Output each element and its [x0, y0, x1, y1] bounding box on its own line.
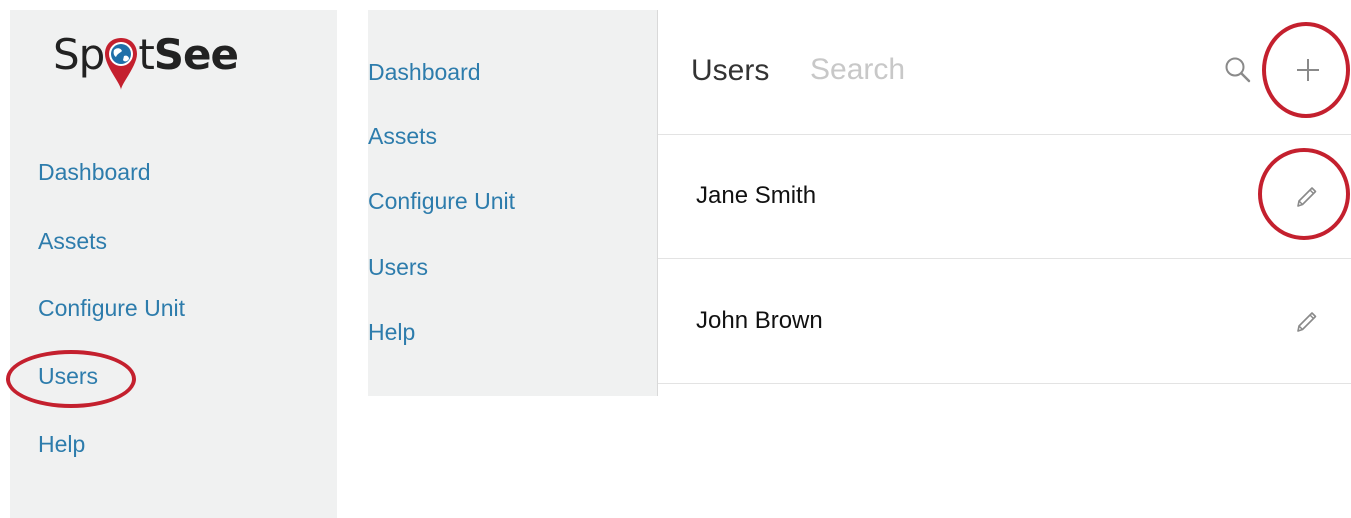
- user-row-jane-smith[interactable]: Jane Smith: [658, 134, 1351, 259]
- page-title: Users: [691, 54, 770, 87]
- sidebar-item-dashboard[interactable]: Dashboard: [38, 158, 151, 186]
- sidebar-item-help[interactable]: Help: [38, 430, 85, 458]
- search-icon[interactable]: [1223, 55, 1253, 85]
- secondary-nav-item-help[interactable]: Help: [368, 318, 415, 346]
- sidebar-item-assets[interactable]: Assets: [38, 227, 107, 255]
- add-user-button[interactable]: [1288, 50, 1328, 90]
- sidebar-item-configure-unit[interactable]: Configure Unit: [38, 294, 185, 322]
- left-sidebar: Sp tSee Dashboard Assets Configure Unit …: [10, 10, 337, 518]
- pencil-icon: [1297, 187, 1317, 207]
- plus-icon: [1297, 59, 1319, 81]
- user-name: Jane Smith: [696, 182, 817, 209]
- secondary-nav-item-configure-unit[interactable]: Configure Unit: [368, 187, 515, 215]
- secondary-nav-item-users[interactable]: Users: [368, 253, 428, 281]
- logo-text-mid: t: [138, 30, 155, 79]
- spotsee-logo[interactable]: Sp tSee: [53, 32, 239, 90]
- users-panel: Users Jane Smith John Brown: [658, 10, 1351, 396]
- sidebar-item-users[interactable]: Users: [38, 362, 98, 390]
- search-input[interactable]: [808, 50, 1162, 90]
- secondary-nav-item-assets[interactable]: Assets: [368, 122, 437, 150]
- edit-user-button[interactable]: [1292, 180, 1322, 210]
- logo-text-start: Sp: [53, 30, 105, 79]
- pencil-icon: [1297, 312, 1317, 332]
- secondary-nav: Dashboard Assets Configure Unit Users He…: [368, 10, 658, 396]
- edit-user-button[interactable]: [1292, 305, 1322, 335]
- user-row-john-brown[interactable]: John Brown: [658, 259, 1351, 384]
- map-pin-globe-icon: [104, 36, 138, 92]
- users-panel-header: Users: [658, 10, 1351, 135]
- secondary-nav-item-dashboard[interactable]: Dashboard: [368, 58, 481, 86]
- user-name: John Brown: [696, 307, 823, 334]
- logo-text-bold: See: [153, 30, 239, 79]
